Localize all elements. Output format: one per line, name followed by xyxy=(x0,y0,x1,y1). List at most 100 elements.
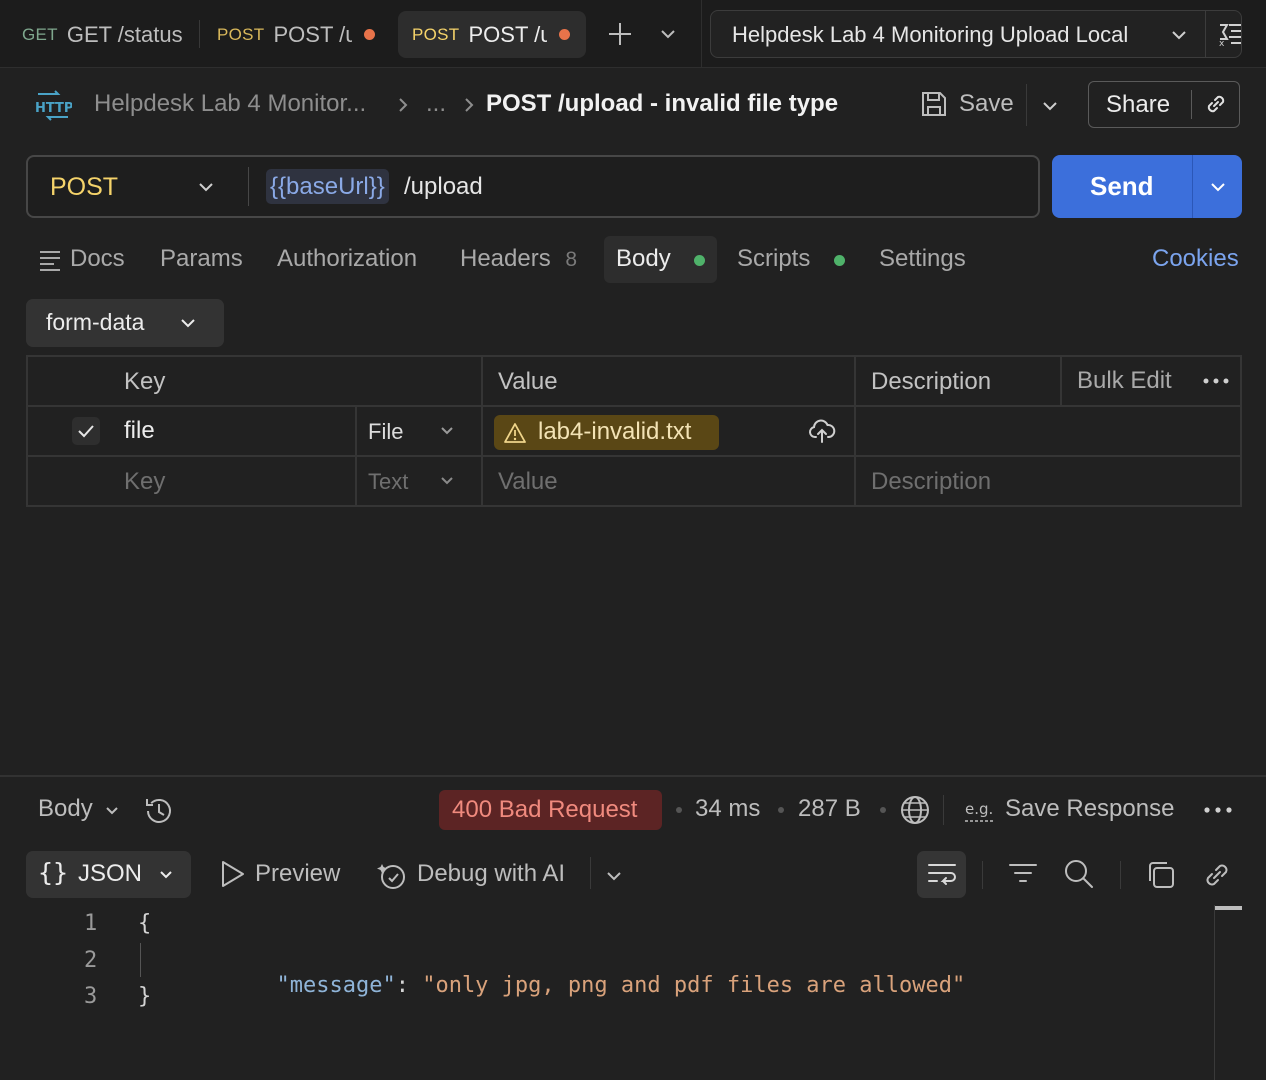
status-text: 400 Bad Request xyxy=(452,796,638,823)
headers-count-badge: 8 xyxy=(565,248,578,271)
cookies-link[interactable]: Cookies xyxy=(1152,244,1239,274)
body-mode-selector[interactable]: form-data xyxy=(26,299,224,347)
request-tab[interactable]: GET GET /status xyxy=(22,11,182,58)
col-divider xyxy=(854,357,856,505)
tab-scripts[interactable]: Scripts xyxy=(737,244,810,274)
link-icon[interactable] xyxy=(1201,859,1233,891)
url-input[interactable]: /upload xyxy=(404,173,483,201)
environment-name: Helpdesk Lab 4 Monitoring Upload Local xyxy=(732,22,1129,47)
environment-quick-look-icon[interactable]: x xyxy=(1217,21,1243,47)
share-button[interactable]: Share xyxy=(1106,91,1170,119)
response-size[interactable]: 287 B xyxy=(798,795,861,823)
col-divider xyxy=(481,357,483,505)
http-protocol-icon: HTTP xyxy=(34,88,72,122)
save-icon[interactable] xyxy=(918,88,950,120)
chevron-down-icon[interactable] xyxy=(1040,96,1060,116)
tab-body[interactable]: Body xyxy=(604,236,717,283)
chevron-down-icon xyxy=(157,866,175,884)
row-divider xyxy=(28,455,1240,457)
bulk-edit-button[interactable]: Bulk Edit xyxy=(1077,366,1172,396)
column-header-description: Description xyxy=(871,368,992,395)
preview-button[interactable]: Preview xyxy=(255,860,340,888)
request-tab[interactable]: POST POST /upload xyxy=(217,11,387,58)
chevron-down-icon[interactable] xyxy=(196,177,216,197)
environment-selector[interactable]: Helpdesk Lab 4 Monitoring Upload Local x xyxy=(710,10,1242,58)
tab-params[interactable]: Params xyxy=(160,244,243,274)
scrollbar-thumb[interactable] xyxy=(1215,906,1242,910)
save-response-button[interactable]: Save Response xyxy=(1005,795,1174,823)
new-key-input[interactable]: Key xyxy=(124,467,165,497)
chevron-down-icon[interactable] xyxy=(658,24,678,44)
svg-text:e.g.: e.g. xyxy=(965,800,993,818)
response-section-selector[interactable]: Body xyxy=(38,795,93,823)
chevron-down-icon[interactable] xyxy=(604,866,624,886)
code-line: "message": "only jpg, png and pdf files … xyxy=(197,948,965,1023)
url-bar: POST {{baseUrl}} /upload xyxy=(26,155,1040,218)
plus-icon[interactable] xyxy=(606,20,634,48)
divider xyxy=(1120,861,1121,889)
row-key-input[interactable]: file xyxy=(124,416,155,446)
divider xyxy=(1192,155,1193,218)
indent-guide xyxy=(140,943,141,977)
request-tab-active[interactable]: POST POST /upload xyxy=(398,11,586,58)
chevron-down-icon xyxy=(1169,25,1189,45)
breadcrumb-collection[interactable]: Helpdesk Lab 4 Monitor... xyxy=(94,90,366,118)
copy-icon[interactable] xyxy=(1145,859,1177,891)
breadcrumb-ellipsis[interactable]: ... xyxy=(426,90,446,118)
more-options-icon[interactable] xyxy=(1203,800,1233,820)
chevron-down-icon[interactable] xyxy=(1208,177,1228,197)
example-icon[interactable]: e.g. xyxy=(963,797,997,825)
url-variable-chip[interactable]: {{baseUrl}} xyxy=(266,169,389,204)
divider xyxy=(248,167,249,206)
file-chip[interactable]: lab4-invalid.txt xyxy=(494,415,719,450)
page-title: POST /upload - invalid file type xyxy=(486,90,839,117)
column-header-key: Key xyxy=(124,368,166,395)
strip-divider xyxy=(701,0,702,68)
method-selector[interactable]: POST xyxy=(50,173,118,202)
tab-method-post: POST xyxy=(217,24,265,44)
wrap-lines-toggle[interactable] xyxy=(917,851,966,898)
more-options-icon[interactable] xyxy=(1203,371,1229,391)
divider xyxy=(982,861,983,889)
upload-cloud-icon[interactable] xyxy=(808,417,836,445)
row-type-selector[interactable]: File xyxy=(368,417,403,447)
json-string-value: "only jpg, png and pdf files are allowed… xyxy=(422,973,966,998)
save-button[interactable]: Save xyxy=(959,90,1014,118)
response-time[interactable]: 34 ms xyxy=(695,795,760,823)
body-mode-label: form-data xyxy=(46,309,145,335)
tab-authorization[interactable]: Authorization xyxy=(277,244,417,274)
send-button[interactable]: Send xyxy=(1090,171,1154,202)
new-type-selector[interactable]: Text xyxy=(368,467,408,497)
braces-icon: {} xyxy=(38,858,69,887)
format-selector[interactable]: {} JSON xyxy=(26,851,191,898)
filter-icon[interactable] xyxy=(1008,861,1038,885)
globe-icon[interactable] xyxy=(900,795,930,825)
chevron-right-icon xyxy=(460,96,478,114)
tab-method-post: POST xyxy=(412,24,460,44)
link-icon[interactable] xyxy=(1202,90,1230,118)
code-viewer[interactable]: 1 { 2 "message": "only jpg, png and pdf … xyxy=(0,905,1212,1080)
unsaved-dot xyxy=(559,29,570,40)
new-description-input[interactable]: Description xyxy=(871,467,991,497)
new-value-input[interactable]: Value xyxy=(498,467,558,497)
chevron-down-icon xyxy=(103,802,121,820)
chevron-down-icon xyxy=(438,472,456,490)
url-variable: {{baseUrl}} xyxy=(270,173,385,200)
warning-icon xyxy=(504,422,526,444)
play-icon xyxy=(218,859,246,889)
search-icon[interactable] xyxy=(1063,858,1095,890)
tab-headers[interactable]: Headers 8 xyxy=(460,244,577,275)
tab-scripts-label: Scripts xyxy=(737,245,811,272)
tab-docs[interactable]: Docs xyxy=(70,244,125,274)
debug-with-ai-button[interactable]: Debug with AI xyxy=(417,860,565,888)
scripts-active-dot xyxy=(834,255,845,266)
status-badge[interactable]: 400 Bad Request xyxy=(439,790,662,830)
divider xyxy=(943,795,944,825)
tab-settings[interactable]: Settings xyxy=(879,244,966,274)
separator-dot xyxy=(676,807,682,813)
svg-text:x: x xyxy=(1219,39,1225,47)
history-icon[interactable] xyxy=(142,794,176,828)
scrollbar-track[interactable] xyxy=(1214,905,1215,1080)
row-enabled-checkbox[interactable] xyxy=(72,417,100,445)
line-number: 3 xyxy=(84,984,98,1009)
